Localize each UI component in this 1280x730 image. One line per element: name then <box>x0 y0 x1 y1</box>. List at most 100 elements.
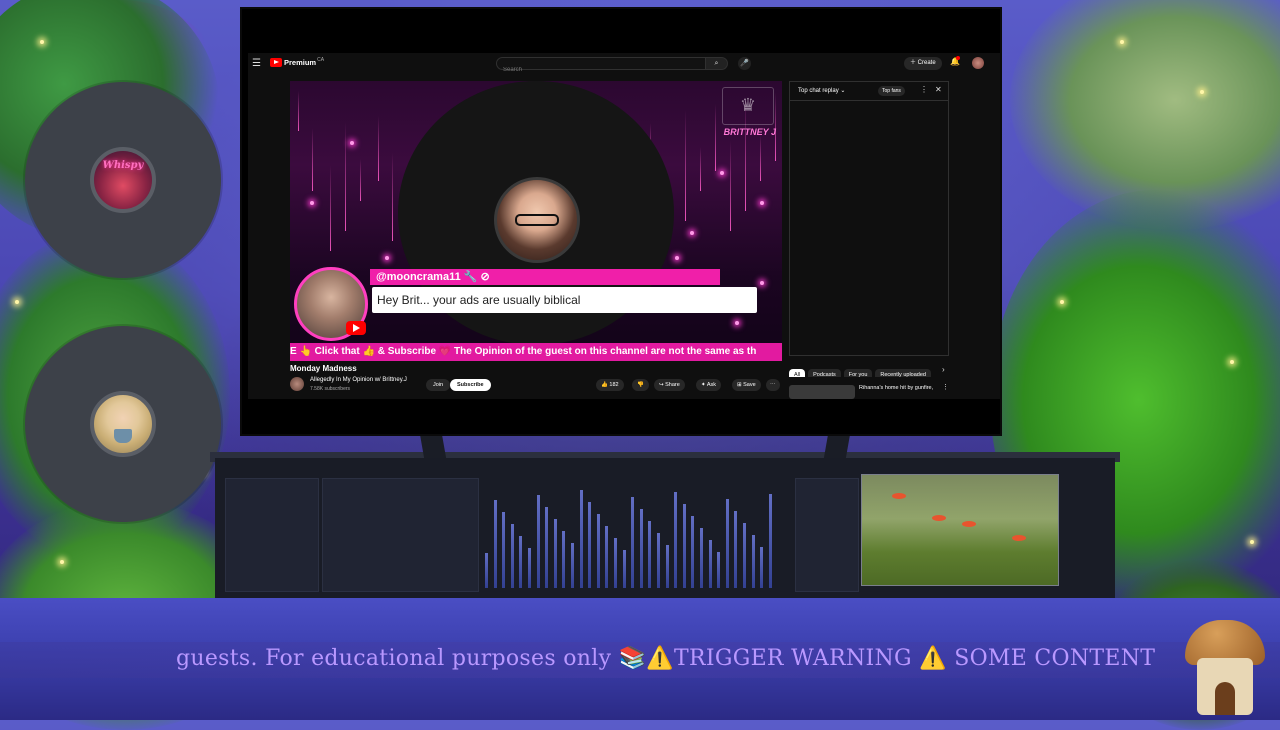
join-button[interactable]: Join <box>426 379 451 391</box>
mushroom-door <box>1215 682 1235 715</box>
search-input[interactable] <box>497 64 699 76</box>
like-button[interactable]: 👍 182 <box>596 379 624 391</box>
rain-streak <box>392 153 393 241</box>
notification-badge <box>956 56 960 60</box>
mushroom-house <box>1185 620 1265 715</box>
youtube-badge-icon <box>346 321 366 335</box>
ask-button[interactable]: ✦ Ask <box>696 379 722 391</box>
rain-streak <box>330 165 331 251</box>
sparkle <box>310 201 314 205</box>
chat-header: Top chat replay ⌄ Top fans ⋮ ✕ <box>790 82 948 101</box>
chip-all[interactable]: All <box>789 369 806 377</box>
equalizer-bar <box>579 490 583 588</box>
equalizer-bar <box>760 547 764 588</box>
brand-name: BRITTNEY J <box>723 127 776 137</box>
chip-recently-uploaded[interactable]: Recently uploaded <box>875 369 931 377</box>
chat-options-icon[interactable]: ⋮ <box>920 85 928 94</box>
tv-frame: ☰ Premium CA ⌕ 🎤 ＋ Create 🔔 ♛ BRITTNEY J <box>240 7 1002 436</box>
top-fans-button[interactable]: Top fans <box>878 86 905 96</box>
chat-mode-dropdown[interactable]: Top chat replay ⌄ <box>798 87 845 94</box>
equalizer-bar <box>743 523 746 588</box>
marquee-text: E 👆 Click that 👍 & Subscribe 💗 The Opini… <box>290 346 757 357</box>
coffee-cup-icon <box>114 429 132 443</box>
chevron-right-icon[interactable]: › <box>942 365 945 374</box>
equalizer-bar <box>691 516 695 588</box>
create-label: Create <box>917 60 936 66</box>
sparkle <box>675 256 679 260</box>
equalizer-bar <box>717 552 721 588</box>
channel-avatar[interactable] <box>290 377 304 391</box>
equalizer-bar <box>734 511 738 588</box>
recommendation-menu-icon[interactable]: ⋮ <box>942 383 949 391</box>
chat-username: @mooncrama11 🔧 ⊘ <box>370 269 720 285</box>
recommendation-title[interactable]: Rihanna's home hit by gunfire, <box>859 385 933 391</box>
equalizer-bar <box>631 497 635 588</box>
rain-streak <box>312 128 313 191</box>
console-door <box>225 478 319 592</box>
fairy-light <box>1200 90 1204 94</box>
crown-logo-icon: ♛ <box>722 87 774 125</box>
premium-label: Premium <box>284 58 317 67</box>
equalizer-bar <box>596 514 600 588</box>
sparkle <box>720 171 724 175</box>
host-avatar <box>494 177 580 263</box>
hamburger-menu-icon[interactable]: ☰ <box>252 58 261 69</box>
account-avatar[interactable] <box>972 57 984 69</box>
more-actions-button[interactable]: ⋯ <box>766 379 780 391</box>
avatar-neon-label: Whispy <box>102 160 144 171</box>
rain-streak <box>685 110 686 221</box>
equalizer-bar <box>700 528 703 588</box>
region-label: CA <box>317 56 325 63</box>
guest-avatar-blonde <box>90 391 156 457</box>
rain-streak <box>360 159 361 201</box>
sparkle-icon: ✦ <box>701 382 706 388</box>
fairy-light <box>1250 540 1254 544</box>
equalizer-bar <box>614 538 617 588</box>
guest-avatar-disc-2 <box>25 326 221 522</box>
equalizer-bar <box>708 540 712 588</box>
equalizer-bar <box>682 504 686 588</box>
live-chat-panel: Top chat replay ⌄ Top fans ⋮ ✕ <box>789 81 949 356</box>
guest-avatar-disc-1: Whispy <box>25 82 221 278</box>
top-fans-label: Top fans <box>882 88 901 94</box>
rain-streak <box>298 91 299 131</box>
fairy-light <box>1120 40 1124 44</box>
share-label: Share <box>665 382 680 388</box>
equalizer-bar <box>485 553 488 588</box>
share-button[interactable]: ↪ Share <box>654 379 685 391</box>
equalizer-bar <box>657 533 660 588</box>
equalizer-bar <box>553 519 557 588</box>
sparkle <box>690 231 694 235</box>
save-button[interactable]: ⊞ Save <box>732 379 761 391</box>
subscribe-button[interactable]: Subscribe <box>450 379 491 391</box>
search-button[interactable]: ⌕ <box>706 57 728 70</box>
like-count: 182 <box>609 382 619 388</box>
youtube-logo[interactable]: Premium CA <box>270 56 325 67</box>
dislike-button[interactable]: 👎 <box>632 379 649 391</box>
create-button[interactable]: ＋ Create <box>904 57 942 70</box>
rain-streak <box>715 104 716 171</box>
fish <box>892 493 906 499</box>
fairy-light <box>40 40 44 44</box>
video-player[interactable]: ♛ BRITTNEY J @mooncrama11 🔧 ⊘ Hey Brit..… <box>290 81 782 361</box>
equalizer-bar <box>545 507 549 588</box>
chip-podcasts[interactable]: Podcasts <box>808 369 841 377</box>
chip-for-you[interactable]: For you <box>843 369 873 377</box>
equalizer-bar <box>648 521 652 588</box>
fish <box>962 521 976 527</box>
search-box[interactable] <box>496 57 706 76</box>
close-icon[interactable]: ✕ <box>935 85 942 94</box>
search-icon: ⌕ <box>714 60 719 67</box>
youtube-header: ☰ Premium CA ⌕ 🎤 ＋ Create 🔔 <box>248 53 1000 76</box>
recommendation-thumbnail[interactable] <box>789 385 855 399</box>
filter-chips: All Podcasts For you Recently uploaded <box>789 363 949 377</box>
equalizer-bar <box>751 535 755 588</box>
microphone-icon[interactable]: 🎤 <box>738 57 751 70</box>
sparkle <box>760 201 764 205</box>
fish-tank <box>861 474 1059 586</box>
equalizer-bar <box>665 545 669 588</box>
equalizer-bar <box>639 509 643 588</box>
video-marquee: E 👆 Click that 👍 & Subscribe 💗 The Opini… <box>290 343 782 361</box>
channel-name[interactable]: Allegedly In My Opinion w/ Brittney.J <box>310 377 407 383</box>
youtube-play-icon <box>270 58 282 67</box>
